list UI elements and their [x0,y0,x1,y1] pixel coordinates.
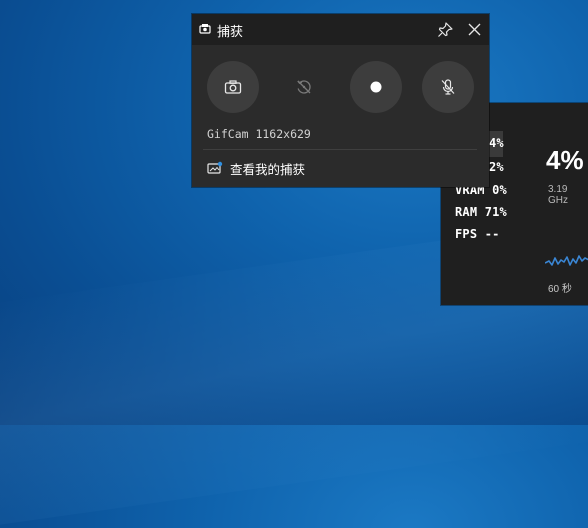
perf-big-value: 4% [546,145,584,175]
view-my-captures-label: 查看我的捕获 [230,161,306,177]
perf-fps-row[interactable]: FPS -- [455,227,500,241]
perf-cpu-value[interactable]: 4% [489,136,504,150]
capture-widget-icon [199,24,211,34]
camera-icon [224,80,242,94]
view-my-captures-link[interactable]: 查看我的捕获 [207,157,305,179]
perf-ram-row[interactable]: RAM 71% [455,205,507,219]
mic-off-icon [441,79,455,95]
screenshot-button[interactable] [207,61,259,113]
capture-widget: 捕获 GifCam 1162x629 查看我的捕获 [192,14,489,187]
perf-sparkline [545,255,588,266]
microphone-toggle-button[interactable] [422,61,474,113]
perf-gpu-value[interactable]: 2% [489,160,504,174]
perf-clock-speed: 3.19 GHz [548,184,568,206]
perf-timespan: 60 秒 [548,284,572,295]
record-dot-icon [370,81,382,93]
close-icon[interactable] [465,20,484,39]
pin-icon[interactable] [436,21,454,39]
capture-header[interactable]: 捕获 [192,14,489,45]
record-button[interactable] [350,61,402,113]
gallery-icon [207,161,223,174]
capture-target-info: GifCam 1162x629 [207,127,311,141]
record-last-button[interactable] [278,61,330,113]
record-last-30s-icon [297,80,311,94]
divider [203,149,477,150]
capture-title: 捕获 [217,25,244,40]
